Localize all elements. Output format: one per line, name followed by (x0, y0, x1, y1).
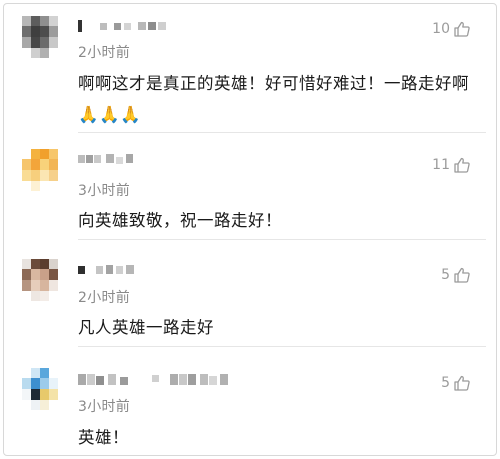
comment-time: 3小时前 (78, 399, 131, 415)
user-avatar[interactable] (22, 368, 58, 410)
username-blurred[interactable] (78, 373, 238, 387)
user-avatar[interactable] (22, 16, 58, 58)
comment-text: 凡人英雄一路走好 (78, 318, 214, 337)
like-button[interactable]: 5 (441, 375, 470, 391)
like-count: 5 (441, 375, 450, 391)
thumbs-up-icon (454, 267, 470, 283)
comment-item: 3小时前 5 英雄！ (4, 347, 496, 455)
comment-time: 3小时前 (78, 183, 131, 199)
comment-item: 2小时前 10 啊啊这才是真正的英雄！好可惜好难过！一路走好啊🙏🙏🙏 (4, 4, 496, 132)
like-count: 11 (432, 157, 450, 173)
comment-text: 向英雄致敬，祝一路走好！ (78, 211, 282, 230)
comment-item: 3小时前 11 向英雄致敬，祝一路走好！ (4, 133, 496, 239)
user-avatar[interactable] (22, 149, 58, 191)
like-count: 5 (441, 267, 450, 283)
comment-list: 2小时前 10 啊啊这才是真正的英雄！好可惜好难过！一路走好啊🙏🙏🙏 3小时前 … (3, 3, 497, 456)
comment-time: 2小时前 (78, 45, 131, 61)
like-button[interactable]: 10 (432, 21, 470, 37)
like-count: 10 (432, 21, 450, 37)
username-blurred[interactable] (78, 20, 168, 34)
thumbs-up-icon (454, 21, 470, 37)
username-blurred[interactable] (78, 153, 138, 167)
like-button[interactable]: 11 (432, 157, 470, 173)
comment-time: 2小时前 (78, 290, 131, 306)
thumbs-up-icon (454, 375, 470, 391)
comment-text: 啊啊这才是真正的英雄！好可惜好难过！一路走好啊🙏🙏🙏 (78, 74, 469, 124)
username-blurred[interactable] (78, 264, 138, 278)
user-avatar[interactable] (22, 259, 58, 301)
comment-item: 2小时前 5 凡人英雄一路走好 (4, 240, 496, 346)
comment-text: 英雄！ (78, 428, 129, 447)
like-button[interactable]: 5 (441, 267, 470, 283)
thumbs-up-icon (454, 157, 470, 173)
